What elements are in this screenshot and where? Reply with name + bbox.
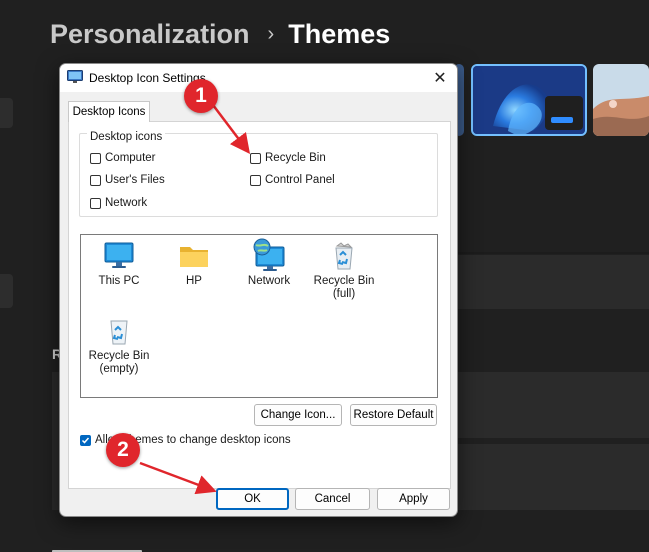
step-1-badge: 1 — [184, 79, 218, 113]
annotation-arrows — [139, 104, 251, 495]
arrow-to-ok-button — [139, 461, 217, 495]
arrow-to-recycle-bin — [212, 104, 251, 154]
step-2-badge: 2 — [106, 433, 140, 467]
